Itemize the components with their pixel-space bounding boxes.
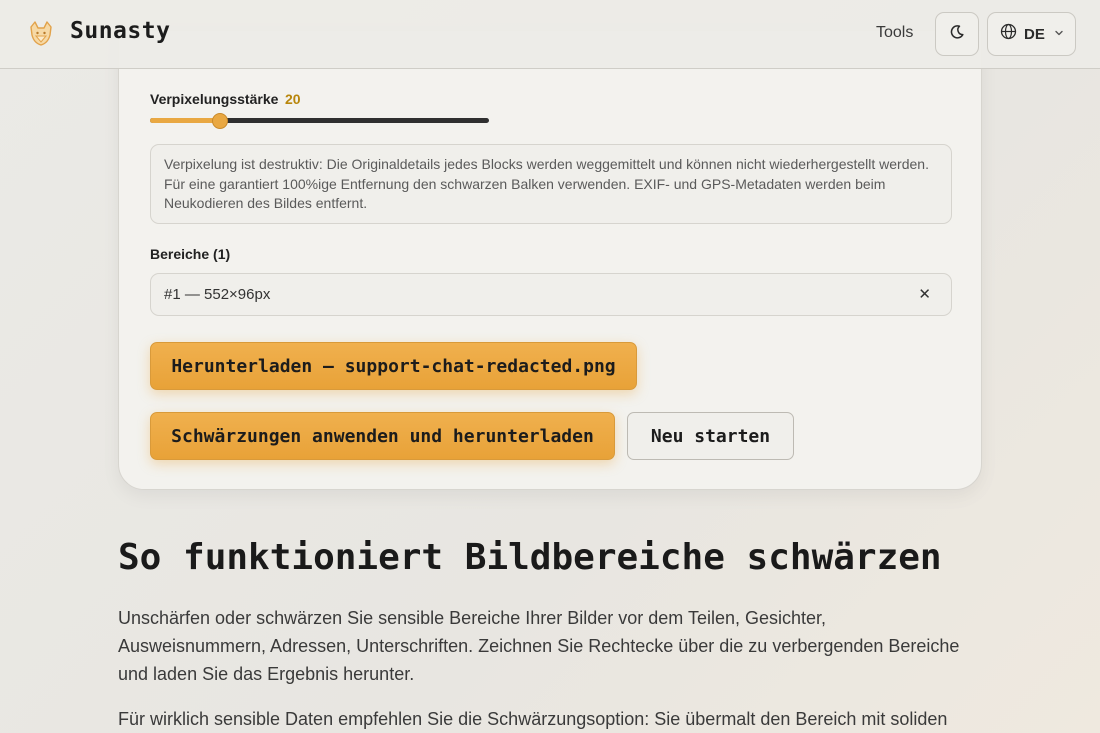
pixelation-strength-label: Verpixelungsstärke (150, 91, 279, 107)
pixelation-strength-slider[interactable] (150, 111, 490, 131)
restart-button[interactable]: Neu starten (627, 412, 794, 460)
article-title: So funktioniert Bildbereiche schwärzen (118, 537, 942, 578)
slider-fill (150, 118, 220, 123)
chevron-down-icon (1054, 25, 1064, 43)
site-header: Sunasty Tools DE (0, 0, 1100, 69)
theme-toggle-button[interactable] (935, 12, 979, 56)
article-paragraph: Für wirklich sensible Daten empfehlen Si… (118, 709, 948, 729)
brand-name[interactable]: Sunasty (70, 18, 170, 44)
redaction-panel: Verpixelungsstärke 20 Verpixelung ist de… (118, 30, 982, 490)
area-list-item[interactable]: #1 — 552×96px ✕ (150, 273, 952, 316)
areas-label: Bereiche (1) (150, 246, 231, 262)
moon-icon (949, 24, 965, 45)
area-item-label: #1 — 552×96px (164, 286, 271, 303)
apply-redactions-button[interactable]: Schwärzungen anwenden und herunterladen (150, 412, 615, 460)
close-icon[interactable]: ✕ (918, 285, 931, 303)
language-code: DE (1024, 25, 1045, 43)
slider-thumb[interactable] (212, 113, 228, 129)
language-selector[interactable]: DE (987, 12, 1076, 56)
pixelation-strength-value: 20 (285, 91, 301, 107)
fox-logo-icon[interactable] (26, 19, 56, 49)
nav-link-tools[interactable]: Tools (876, 24, 913, 42)
download-button[interactable]: Herunterladen — support-chat-redacted.pn… (150, 342, 637, 390)
article-paragraph: Unschärfen oder schwärzen Sie sensible B… (118, 608, 960, 684)
globe-icon (1000, 23, 1017, 45)
pixelation-notice: Verpixelung ist destruktiv: Die Original… (150, 144, 952, 224)
